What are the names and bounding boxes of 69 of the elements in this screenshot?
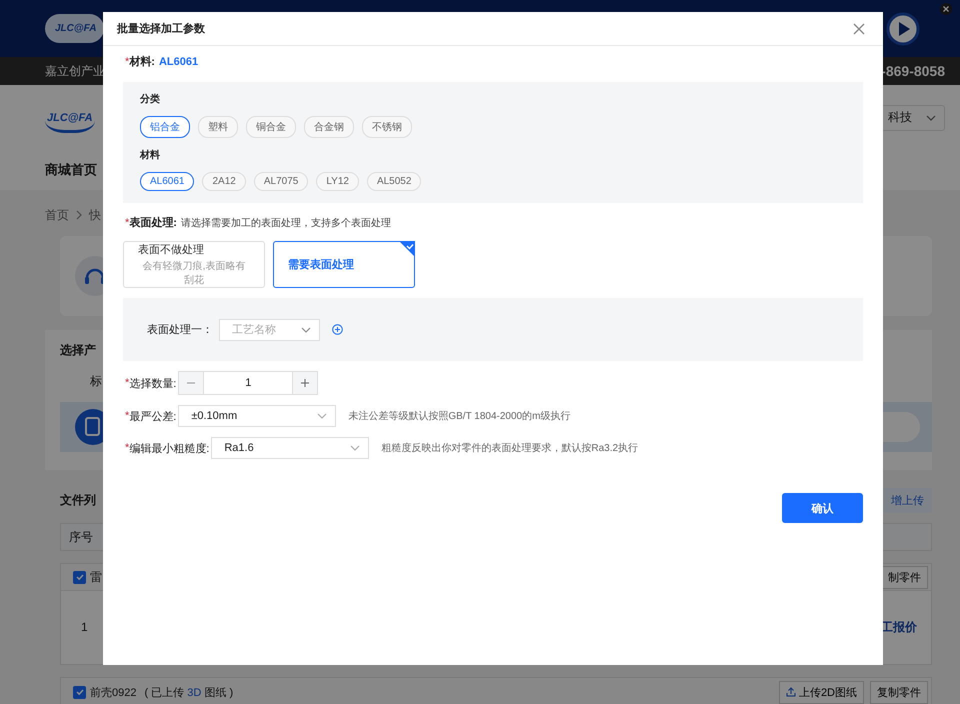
field-label: 最严公差:	[129, 410, 176, 424]
required-mark: *	[125, 217, 130, 229]
file-type-link[interactable]: 3D	[187, 686, 202, 698]
copy-part-button[interactable]: 复制零件	[870, 680, 928, 704]
group-label: 分类	[140, 92, 161, 106]
corner-check-icon	[399, 241, 415, 257]
site-logo[interactable]: JLC@FA	[45, 102, 95, 133]
material-chip[interactable]: 2A12	[202, 172, 246, 191]
upload-status-text: ( 已上传 3D 图纸 )	[144, 686, 234, 700]
checkmark-icon	[74, 687, 84, 697]
close-icon[interactable]	[853, 22, 865, 34]
category-chip[interactable]: 不锈钢	[362, 116, 412, 138]
required-mark: *	[125, 410, 130, 422]
chevron-down-icon	[317, 411, 328, 421]
close-icon[interactable]	[940, 3, 952, 15]
checkbox[interactable]	[73, 686, 86, 698]
column-header: 序号	[69, 528, 93, 546]
row-number: 1	[81, 620, 88, 634]
chevron-down-icon	[350, 443, 360, 453]
hint-text: 未注公差等级默认按照GB/T 1804-2000的m级执行	[348, 410, 570, 423]
nav-link[interactable]: 商城首页	[45, 161, 97, 179]
checkbox[interactable]	[73, 570, 86, 584]
field-label: 表面处理一：	[147, 323, 213, 337]
plus-icon	[300, 378, 310, 388]
category-chip[interactable]: 铝合金	[140, 116, 190, 138]
upload-button[interactable]: 增上传	[883, 488, 932, 513]
hint-text: 粗糙度反映出你对零件的表面处理要求，默认按Ra3.2执行	[381, 442, 638, 455]
category-chip[interactable]: 塑料	[198, 116, 238, 138]
part-name: 前壳0922	[90, 686, 136, 700]
field-label: 表面处理:	[129, 216, 177, 230]
dialog-title: 批量选择加工参数	[117, 22, 205, 36]
chevron-down-icon	[301, 324, 311, 334]
product-tab[interactable]: 标	[90, 373, 102, 390]
chevron-down-icon	[926, 112, 936, 122]
confirm-button[interactable]: 确认	[782, 493, 863, 523]
material-chip[interactable]: AL5052	[366, 172, 422, 191]
tolerance-select[interactable]: ±0.10mm	[178, 405, 336, 427]
copy-part-button[interactable]: 制零件	[881, 566, 928, 588]
checkmark-icon	[74, 572, 84, 582]
group-label: 材料	[140, 148, 161, 162]
section-title: 文件列	[60, 492, 96, 509]
material-chip[interactable]: LY12	[316, 172, 359, 191]
phone-number: -869-8058	[881, 63, 945, 79]
upload-drawing-button[interactable]: 上传2D图纸	[778, 680, 864, 704]
material-value: AL6061	[158, 56, 198, 68]
surface-option-card[interactable]: 表面不做处理 会有轻微刀痕,表面略有刮花	[123, 241, 265, 288]
hint-text: 请选择需要加工的表面处理，支持多个表面处理	[180, 216, 391, 230]
banner-logo: JLC@FA	[45, 14, 104, 43]
material-chip[interactable]: AL7075	[254, 172, 308, 191]
breadcrumb-link[interactable]: 首页	[45, 206, 69, 224]
breadcrumb-link[interactable]: 快	[89, 206, 101, 224]
required-mark: *	[125, 56, 130, 68]
field-label: 编辑最小粗糙度:	[129, 442, 210, 456]
increment-button[interactable]	[293, 372, 318, 394]
add-icon[interactable]	[332, 324, 343, 335]
material-chip[interactable]: AL6061	[140, 172, 194, 191]
surface-option-card[interactable]: 需要表面处理	[273, 241, 415, 288]
field-label: 选择数量:	[129, 376, 176, 390]
upload-icon	[786, 687, 796, 697]
required-mark: *	[125, 442, 130, 454]
field-label: 材料:	[129, 54, 155, 69]
part-name: 雷	[90, 568, 102, 586]
required-mark: *	[125, 377, 130, 389]
category-chip[interactable]: 合金钢	[304, 116, 354, 138]
category-chip[interactable]: 铜合金	[246, 116, 296, 138]
section-title: 选择产	[60, 342, 97, 359]
play-button-icon[interactable]	[886, 12, 920, 46]
roughness-select[interactable]: Ra1.6	[211, 437, 370, 459]
chevron-right-icon	[75, 210, 83, 220]
